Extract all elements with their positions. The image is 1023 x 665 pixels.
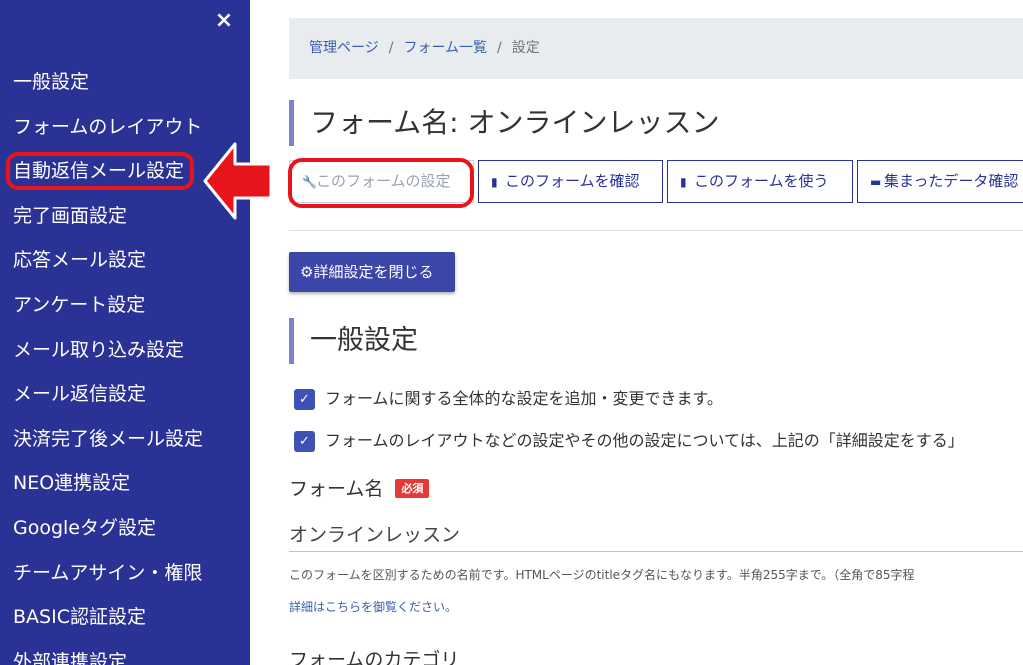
page-title: フォーム名: オンラインレッスン <box>310 106 720 139</box>
divider <box>289 230 1023 231</box>
breadcrumb-home-link[interactable]: 管理ページ <box>309 40 379 56</box>
sidebar-item-label: 外部連携設定 <box>13 650 128 665</box>
sidebar-item-label: 決済完了後メール設定 <box>13 427 204 450</box>
sidebar-item-google-tag[interactable]: Googleタグ設定 <box>0 506 250 551</box>
sidebar-item-label: 自動返信メール設定 <box>6 152 195 191</box>
sidebar-item-basic-auth[interactable]: BASIC認証設定 <box>0 595 250 640</box>
document-icon: ▮ <box>491 175 498 189</box>
checkbox-label: フォームのレイアウトなどの設定やその他の設定については、上記の「詳細設定をする」 <box>325 431 964 450</box>
sidebar-item-mail-import[interactable]: メール取り込み設定 <box>0 328 250 373</box>
form-name-label-text: フォーム名 <box>289 478 384 500</box>
tab-label: このフォームを確認 <box>505 172 640 190</box>
form-name-label: フォーム名 必須 <box>289 476 430 502</box>
checkbox-label: フォームに関する全体的な設定を追加・変更できます。 <box>325 389 723 408</box>
page-title-block: フォーム名: オンラインレッスン <box>289 100 720 146</box>
sidebar-item-label: アンケート設定 <box>13 293 146 316</box>
sidebar-item-label: 完了画面設定 <box>13 204 128 227</box>
sidebar-item-label: チームアサイン・権限 <box>13 561 203 584</box>
sidebar-item-external[interactable]: 外部連携設定 <box>0 640 250 665</box>
tab-form-preview[interactable]: ▮ このフォームを確認 <box>478 160 663 203</box>
required-badge: 必須 <box>395 479 430 498</box>
sidebar-item-mail-reply[interactable]: メール返信設定 <box>0 372 250 417</box>
form-category-label: フォームのカテゴリ <box>289 649 460 665</box>
sidebar-item-neo[interactable]: NEO連携設定 <box>0 461 250 506</box>
sidebar-item-payment-mail[interactable]: 決済完了後メール設定 <box>0 417 250 462</box>
breadcrumb-separator: / <box>388 40 394 56</box>
info-checkbox-row: ✓ フォームに関する全体的な設定を追加・変更できます。 <box>294 388 723 410</box>
tab-label: 集まったデータ確認 <box>884 172 1019 190</box>
section-title: 一般設定 <box>310 325 418 356</box>
sidebar-item-label: Googleタグ設定 <box>13 516 157 539</box>
sidebar-item-survey[interactable]: アンケート設定 <box>0 283 250 328</box>
sidebar-item-label: BASIC認証設定 <box>13 606 146 629</box>
breadcrumb-current: 設定 <box>511 40 540 56</box>
sidebar-item-response-mail[interactable]: 応答メール設定 <box>0 238 250 283</box>
sidebar-item-team-assign[interactable]: チームアサイン・権限 <box>0 551 250 596</box>
main-content: 管理ページ / フォーム一覧 / 設定 フォーム名: オンラインレッスン 🔧このフォーム… <box>250 0 1023 665</box>
checkbox[interactable]: ✓ <box>294 431 315 452</box>
sidebar-item-label: NEO連携設定 <box>13 472 131 495</box>
tab-highlight-annotation <box>288 158 474 208</box>
breadcrumb-separator: / <box>497 40 502 56</box>
checkbox[interactable]: ✓ <box>294 389 315 410</box>
section-title-block: 一般設定 <box>289 318 418 364</box>
sidebar-item-general[interactable]: 一般設定 <box>0 60 250 105</box>
details-link[interactable]: 詳細はこちらを御覧ください。 <box>289 598 457 615</box>
breadcrumb: 管理ページ / フォーム一覧 / 設定 <box>289 18 1023 79</box>
close-icon[interactable]: × <box>212 8 236 34</box>
sidebar-item-label: 応答メール設定 <box>13 249 147 272</box>
info-checkbox-row: ✓ フォームのレイアウトなどの設定やその他の設定については、上記の「詳細設定をする… <box>294 430 964 452</box>
tab-form-use[interactable]: ▮ このフォームを使う <box>667 160 853 203</box>
form-name-help-text: このフォームを区別するための名前です。HTMLページのtitleタグ名にもなりま… <box>289 568 915 582</box>
sidebar: × 一般設定 フォームのレイアウト 自動返信メール設定 完了画面設定 応答メール… <box>0 0 250 665</box>
sidebar-item-label: フォームのレイアウト <box>13 115 203 138</box>
detail-button-label: 詳細設定を閉じる <box>313 263 434 281</box>
tab-label: このフォームを使う <box>694 172 829 190</box>
close-detail-settings-button[interactable]: ⚙詳細設定を閉じる <box>289 252 455 292</box>
breadcrumb-form-list-link[interactable]: フォーム一覧 <box>403 40 487 56</box>
tab-collected-data[interactable]: ▬ 集まったデータ確認 <box>857 160 1023 203</box>
sidebar-item-label: メール取り込み設定 <box>13 338 185 361</box>
message-icon: ▬ <box>870 175 882 189</box>
form-name-input[interactable] <box>289 515 1023 552</box>
sidebar-item-label: メール返信設定 <box>13 383 147 406</box>
sidebar-item-label: 一般設定 <box>13 71 90 93</box>
gear-icon: ⚙ <box>300 263 314 281</box>
document-icon: ▮ <box>680 175 687 189</box>
